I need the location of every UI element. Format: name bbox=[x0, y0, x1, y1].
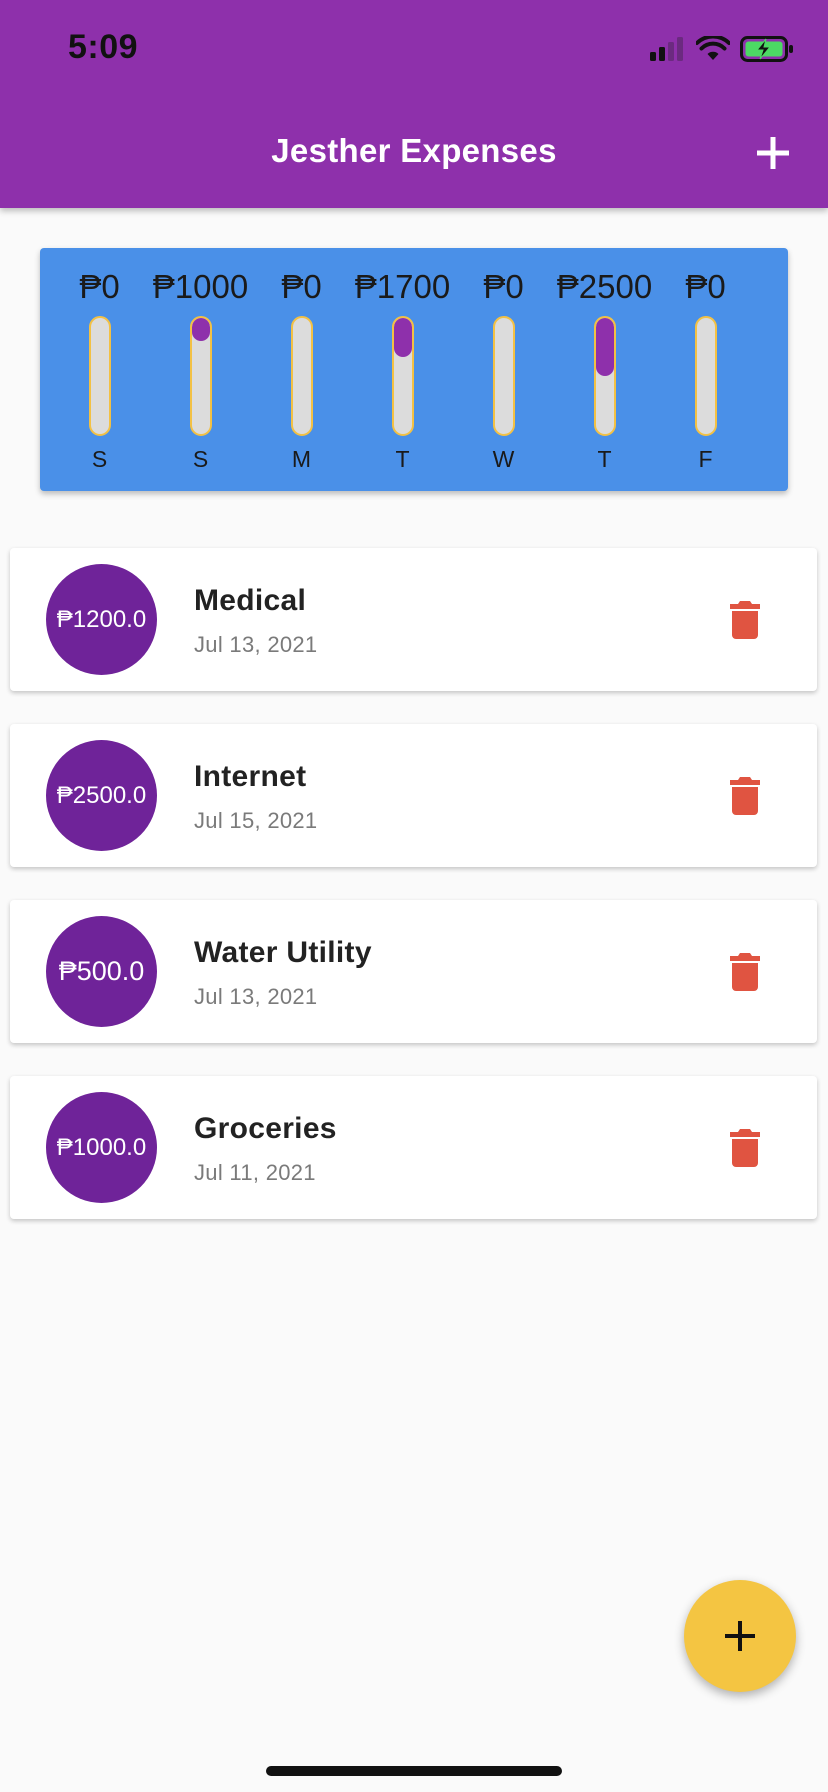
expense-list-item[interactable]: ₱2500.0 Internet Jul 15, 2021 bbox=[10, 724, 817, 867]
status-time: 5:09 bbox=[68, 28, 139, 66]
chart-bar bbox=[189, 316, 212, 436]
trash-icon bbox=[730, 1129, 760, 1167]
weekly-chart: ₱0 S ₱1000 S ₱0 M ₱1700 T ₱0 W ₱2500 T ₱… bbox=[40, 248, 788, 491]
expense-title: Medical bbox=[194, 584, 307, 617]
chart-day-label: S bbox=[91, 446, 108, 472]
battery-charging-icon bbox=[740, 36, 793, 62]
trash-icon bbox=[730, 777, 760, 815]
expense-title: Groceries bbox=[194, 1112, 337, 1145]
chart-amount: ₱2500 bbox=[556, 268, 653, 305]
status-icons bbox=[650, 34, 794, 64]
delete-expense-button[interactable] bbox=[725, 598, 765, 642]
expense-amount-badge: ₱500.0 bbox=[46, 916, 157, 1027]
home-indicator bbox=[266, 1766, 562, 1776]
chart-bar bbox=[492, 316, 515, 436]
plus-icon bbox=[725, 1621, 755, 1651]
expense-title: Water Utility bbox=[194, 936, 372, 969]
expense-date: Jul 11, 2021 bbox=[194, 1160, 316, 1185]
chart-bar bbox=[694, 316, 717, 436]
chart-day-label: S bbox=[192, 446, 209, 472]
chart-bar bbox=[391, 316, 414, 436]
chart-amount: ₱1700 bbox=[354, 268, 451, 305]
expense-date: Jul 13, 2021 bbox=[194, 632, 318, 657]
chart-column: ₱0 S bbox=[49, 248, 150, 491]
chart-amount: ₱0 bbox=[79, 268, 120, 305]
expense-title: Internet bbox=[194, 760, 307, 793]
chart-bar bbox=[88, 316, 111, 436]
chart-bar bbox=[593, 316, 616, 436]
chart-column: ₱0 W bbox=[453, 248, 554, 491]
trash-icon bbox=[730, 601, 760, 639]
chart-amount: ₱0 bbox=[685, 268, 726, 305]
chart-bar-fill bbox=[191, 318, 210, 342]
add-expense-button[interactable] bbox=[748, 128, 798, 178]
delete-expense-button[interactable] bbox=[725, 774, 765, 818]
cellular-signal-icon bbox=[650, 37, 683, 61]
chart-amount: ₱0 bbox=[281, 268, 322, 305]
app-bar: 5:09 Jesther Expenses bbox=[0, 0, 828, 208]
trash-icon bbox=[730, 953, 760, 991]
chart-day-label: T bbox=[597, 446, 612, 472]
add-expense-fab[interactable] bbox=[684, 1580, 796, 1692]
chart-column: ₱1700 T bbox=[352, 248, 453, 491]
expense-list-item[interactable]: ₱500.0 Water Utility Jul 13, 2021 bbox=[10, 900, 817, 1043]
expense-date: Jul 15, 2021 bbox=[194, 808, 318, 833]
chart-amount: ₱1000 bbox=[152, 268, 249, 305]
chart-bar-fill bbox=[595, 318, 614, 376]
chart-column: ₱0 M bbox=[251, 248, 352, 491]
expense-amount-badge: ₱2500.0 bbox=[46, 740, 157, 851]
expense-list-item[interactable]: ₱1200.0 Medical Jul 13, 2021 bbox=[10, 548, 817, 691]
wifi-icon bbox=[696, 36, 730, 60]
chart-column: ₱0 F bbox=[655, 248, 756, 491]
app-title: Jesther Expenses bbox=[271, 132, 557, 169]
expense-amount-badge: ₱1000.0 bbox=[46, 1092, 157, 1203]
chart-day-label: T bbox=[395, 446, 410, 472]
chart-day-label: W bbox=[492, 446, 515, 472]
delete-expense-button[interactable] bbox=[725, 950, 765, 994]
plus-icon bbox=[757, 137, 789, 169]
chart-amount: ₱0 bbox=[483, 268, 524, 305]
expense-list-item[interactable]: ₱1000.0 Groceries Jul 11, 2021 bbox=[10, 1076, 817, 1219]
chart-bar bbox=[290, 316, 313, 436]
delete-expense-button[interactable] bbox=[725, 1126, 765, 1170]
chart-column: ₱1000 S bbox=[150, 248, 251, 491]
chart-column: ₱2500 T bbox=[554, 248, 655, 491]
expense-amount-badge: ₱1200.0 bbox=[46, 564, 157, 675]
expense-date: Jul 13, 2021 bbox=[194, 984, 318, 1009]
chart-bar-fill bbox=[393, 318, 412, 358]
chart-day-label: F bbox=[698, 446, 713, 472]
chart-day-label: M bbox=[291, 446, 312, 472]
